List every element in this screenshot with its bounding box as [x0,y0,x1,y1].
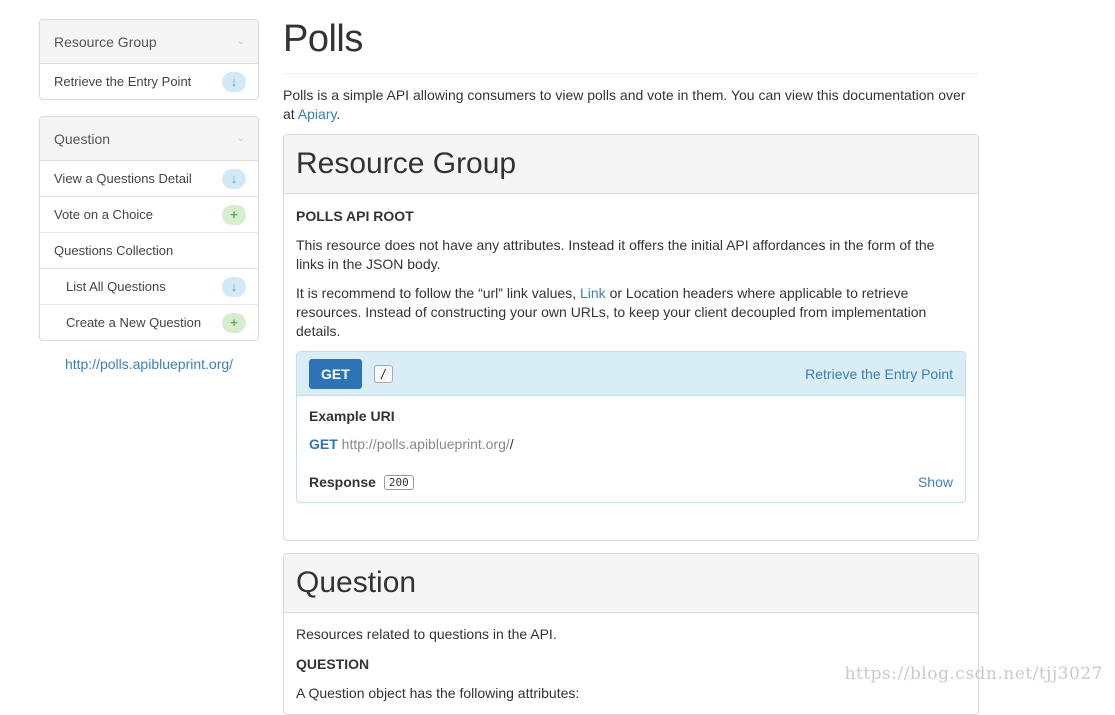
question-group-panel: Question Resources related to questions … [283,553,979,715]
example-uri: GET http://polls.apiblueprint.org// [309,436,953,452]
status-badge: 200 [383,474,414,490]
chevron-down-icon: ⌄ [236,36,245,47]
intro-text-part: Polls is a simple API allowing consumers… [283,87,966,122]
plus-icon: + [222,312,246,333]
intro-text: Polls is a simple API allowing consumers… [283,86,979,124]
example-uri-title: Example URI [309,408,395,424]
nav-group-heading-label: Resource Group [54,33,157,50]
example-method: GET [309,436,338,452]
nav-item-label: Questions Collection [54,243,174,258]
arrow-down-icon: ↓ [222,168,246,189]
response-label: Response [309,474,376,490]
nav-group-heading[interactable]: Resource Group ⌄ [40,20,258,64]
resource-title: POLLS API ROOT [296,208,414,224]
show-toggle-button[interactable]: Show [918,474,953,490]
question-group-heading: Question [284,554,978,613]
method-badge-get: GET [309,358,362,389]
resource-group-heading: Resource Group [284,135,978,194]
nav-item-view-question-detail[interactable]: View a Questions Detail ↓ [40,161,258,197]
chevron-down-icon: ⌄ [236,133,245,144]
response-row: Response 200 Show [309,474,953,490]
intro-text-part: . [336,106,341,122]
resource-description: It is recommend to follow the “url” link… [296,284,966,341]
text-part: It is recommend to follow the “url” link… [296,285,580,301]
api-host-link[interactable]: http://polls.apiblueprint.org/ [39,356,259,372]
nav-item-create-new-question[interactable]: Create a New Question + [40,305,258,340]
nav-item-label: Create a New Question [66,315,202,330]
arrow-down-icon: ↓ [222,71,246,92]
apiary-link[interactable]: Apiary [298,106,337,122]
action-retrieve-entry-point: GET / Retrieve the Entry Point Example U… [296,351,966,503]
nav-item-list-all-questions[interactable]: List All Questions ↓ [40,269,258,305]
nav-item-label: List All Questions [66,279,166,294]
nav-group-question: Question ⌄ View a Questions Detail ↓ Vot… [39,116,259,341]
nav-group-heading[interactable]: Question ⌄ [40,117,258,161]
example-host: http://polls.apiblueprint.org/ [341,436,510,452]
action-name[interactable]: Retrieve the Entry Point [805,366,953,382]
plus-icon: + [222,204,246,225]
uri-template: / [373,364,394,383]
action-header[interactable]: GET / Retrieve the Entry Point [297,352,965,396]
nav-item-label: Retrieve the Entry Point [54,74,192,89]
nav-item-retrieve-entry-point[interactable]: Retrieve the Entry Point ↓ [40,64,258,99]
nav-item-vote-on-choice[interactable]: Vote on a Choice + [40,197,258,233]
nav-group-heading-label: Question [54,130,111,147]
nav-item-questions-collection[interactable]: Questions Collection [40,233,258,269]
resource-description: This resource does not have any attribut… [296,237,935,272]
page-title: Polls [283,18,363,60]
link-header-link[interactable]: Link [580,285,606,301]
nav-item-label: View a Questions Detail [54,171,192,186]
nav-group-resource-group: Resource Group ⌄ Retrieve the Entry Poin… [39,19,259,100]
nav-item-label: Vote on a Choice [54,207,154,222]
watermark: https://blog.csdn.net/tjj3027 [844,664,1103,684]
divider [283,73,979,74]
arrow-down-icon: ↓ [222,276,246,297]
example-path: / [509,436,514,452]
resource-description: A Question object has the following attr… [296,685,580,701]
group-description: Resources related to questions in the AP… [296,626,557,642]
resource-group-panel: Resource Group POLLS API ROOT This resou… [283,134,979,541]
